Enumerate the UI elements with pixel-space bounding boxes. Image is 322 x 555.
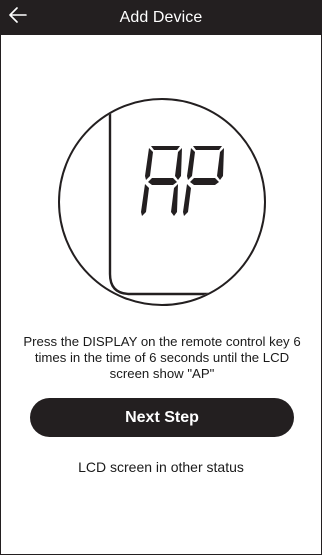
lcd-display-illustration (58, 98, 266, 306)
lcd-other-status-link[interactable]: LCD screen in other status (1, 459, 321, 475)
app-screen: Add Device Press the DISPLAY on the remo… (0, 0, 322, 555)
instruction-text: Press the DISPLAY on the remote control … (23, 334, 301, 381)
page-title: Add Device (119, 9, 203, 26)
segment-letter-p (183, 146, 224, 216)
header-bar: Add Device (1, 1, 321, 35)
next-step-label: Next Step (125, 408, 199, 426)
next-step-button[interactable]: Next Step (30, 398, 294, 437)
segment-letter-a (141, 146, 182, 216)
